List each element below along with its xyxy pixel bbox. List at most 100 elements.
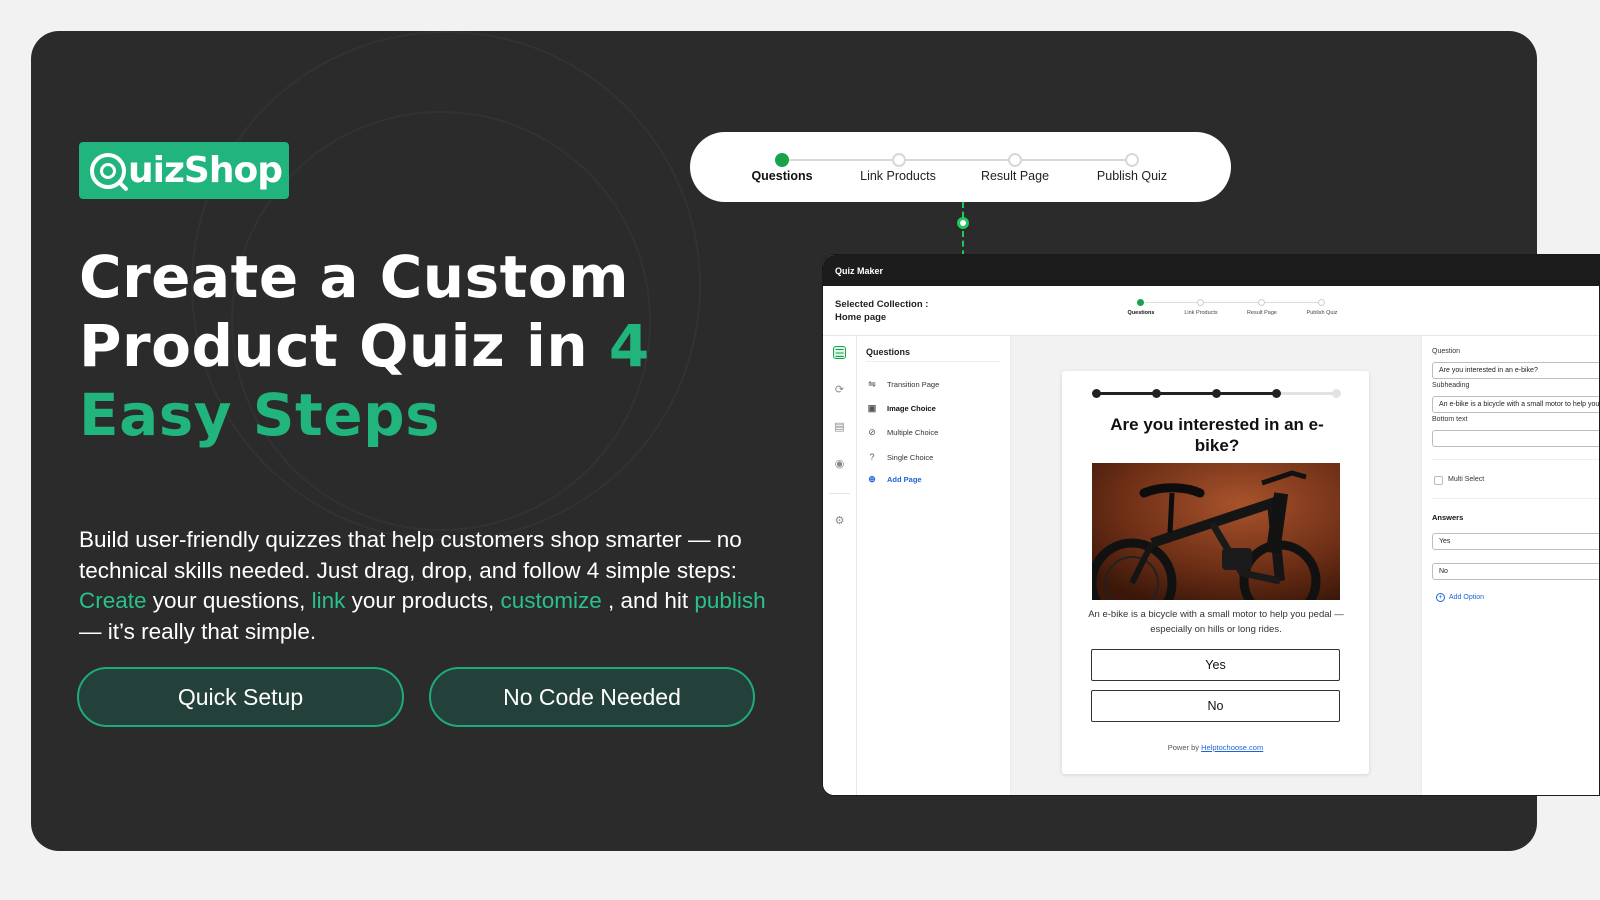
- app-header: Selected Collection : Home page Question…: [823, 286, 1599, 336]
- question-circle-icon: ?: [869, 452, 875, 462]
- quiz-maker-window: Quiz Maker Selected Collection : Home pa…: [822, 254, 1600, 796]
- plus-circle-icon: +: [1436, 593, 1445, 602]
- panel-divider: [866, 361, 1000, 362]
- quiz-progress-fill: [1096, 392, 1276, 395]
- subheading-input[interactable]: An e-bike is a bicycle with a small moto…: [1432, 396, 1599, 413]
- mini-step-link-products[interactable]: Link Products: [1171, 310, 1231, 316]
- mini-step-questions[interactable]: Questions: [1111, 310, 1171, 316]
- question-input[interactable]: Are you interested in an e-bike?: [1432, 362, 1599, 379]
- bottom-text-input[interactable]: [1432, 430, 1599, 447]
- collection-value: Home page: [835, 312, 887, 323]
- quiz-question: Are you interested in an e-bike?: [1110, 415, 1324, 455]
- preview-canvas: Are you interested in an e-bike? An e-bi…: [1011, 336, 1421, 795]
- progress-dot: [1152, 389, 1161, 398]
- answer-option-input[interactable]: No: [1432, 563, 1599, 580]
- desc-customize: customize: [500, 588, 602, 613]
- quiz-preview-card: Are you interested in an e-bike? An e-bi…: [1062, 371, 1369, 774]
- desc-create: Create: [79, 588, 147, 613]
- question-field-label: Question: [1432, 348, 1461, 355]
- answer-yes-button[interactable]: Yes: [1091, 649, 1340, 681]
- question-type-multiple-choice[interactable]: ⊘ Multiple Choice: [867, 427, 938, 437]
- question-type-transition[interactable]: ⇋ Transition Page: [867, 379, 939, 389]
- page-title: Create a Custom Product Quiz in 4 Easy S…: [79, 243, 719, 450]
- question-type-image-choice[interactable]: ▣ Image Choice: [867, 403, 936, 413]
- desc-text: — it’s really that simple.: [79, 618, 317, 644]
- description: Build user-friendly quizzes that help cu…: [79, 525, 769, 647]
- mini-step-publish-quiz[interactable]: Publish Quiz: [1292, 310, 1352, 316]
- powered-by: Power by Helptochoose.com: [1062, 743, 1369, 752]
- connector-node: [957, 217, 969, 229]
- step-dot-link-products[interactable]: [892, 153, 906, 167]
- question-type-label: Single Choice: [887, 452, 934, 462]
- quick-setup-button[interactable]: Quick Setup: [77, 667, 404, 727]
- add-option-button[interactable]: + Add Option: [1436, 593, 1484, 602]
- magnifier-q-icon: [90, 152, 126, 189]
- quiz-progress-bar: [1092, 389, 1341, 398]
- question-type-label: Transition Page: [887, 379, 940, 389]
- mini-step-dot-result-page[interactable]: [1258, 299, 1265, 306]
- title-line-1: Create a Custom: [79, 243, 630, 311]
- step-label-result-page[interactable]: Result Page: [955, 169, 1075, 183]
- link-rail-icon[interactable]: ⟳: [833, 383, 846, 396]
- questions-panel: Questions ⇋ Transition Page ▣ Image Choi…: [857, 336, 1011, 795]
- progress-dot: [1212, 389, 1221, 398]
- step-label-publish-quiz[interactable]: Publish Quiz: [1072, 169, 1192, 183]
- step-dot-questions[interactable]: [775, 153, 789, 167]
- rail-divider: [829, 493, 850, 494]
- question-type-label: Image Choice: [887, 403, 936, 413]
- title-line-2: Product Quiz in: [79, 312, 609, 380]
- step-dot-result-page[interactable]: [1008, 153, 1022, 167]
- stepper-track: [782, 159, 1132, 161]
- desc-text: your questions,: [146, 588, 312, 613]
- title-line-3: Easy Steps: [79, 381, 441, 449]
- check-circle-icon: ⊘: [868, 427, 876, 437]
- selected-collection: Selected Collection : Home page: [835, 298, 928, 324]
- mini-step-dot-link-products[interactable]: [1197, 299, 1204, 306]
- plus-circle-icon: ⊕: [868, 474, 876, 484]
- question-type-label: Multiple Choice: [887, 427, 939, 437]
- broadcast-rail-icon[interactable]: ◉: [833, 457, 846, 470]
- bottom-text-field-label: Bottom text: [1432, 416, 1468, 423]
- answer-no-button[interactable]: No: [1091, 690, 1340, 722]
- properties-divider: [1432, 498, 1599, 499]
- questions-panel-title: Questions: [866, 347, 911, 357]
- desc-publish: publish: [694, 588, 766, 613]
- desc-text: , and hit: [601, 588, 695, 613]
- step-dot-publish-quiz[interactable]: [1125, 153, 1139, 167]
- quiz-subheading: An e-bike is a bicycle with a small moto…: [1088, 609, 1344, 635]
- multi-select-label: Multi Select: [1448, 476, 1485, 483]
- no-code-needed-button[interactable]: No Code Needed: [429, 667, 755, 727]
- transition-icon: ⇋: [868, 379, 876, 389]
- properties-panel: Question Are you interested in an e-bike…: [1421, 336, 1599, 795]
- logo-text: uizShop: [128, 150, 283, 191]
- add-option-label: Add Option: [1449, 594, 1485, 601]
- settings-rail-icon[interactable]: ⚙: [833, 514, 846, 527]
- collection-label: Selected Collection :: [835, 299, 929, 310]
- mini-step-result-page[interactable]: Result Page: [1232, 310, 1292, 316]
- left-rail: ☰ ⟳ ▤ ◉ ⚙: [823, 336, 857, 795]
- question-type-single-choice[interactable]: ? Single Choice: [867, 452, 933, 462]
- multi-select-checkbox[interactable]: [1434, 476, 1443, 485]
- properties-divider: [1432, 459, 1599, 460]
- app-title: Quiz Maker: [823, 255, 1599, 286]
- helptochoose-link[interactable]: Helptochoose.com: [1201, 743, 1263, 752]
- mini-step-dot-questions[interactable]: [1137, 299, 1144, 306]
- answer-option-input[interactable]: Yes: [1432, 533, 1599, 550]
- mini-step-dot-publish-quiz[interactable]: [1318, 299, 1325, 306]
- answers-label: Answers: [1432, 513, 1464, 522]
- quiz-stepper: Questions Link Products Result Page Publ…: [690, 132, 1231, 202]
- add-page-button[interactable]: ⊕ Add Page: [867, 474, 921, 484]
- progress-dot: [1092, 389, 1101, 398]
- quizshop-logo: uizShop: [79, 142, 289, 199]
- desc-text: Build user-friendly quizzes that help cu…: [79, 527, 742, 583]
- title-accent-number: 4: [608, 312, 650, 380]
- ebike-image: [1092, 463, 1340, 600]
- document-rail-icon[interactable]: ▤: [833, 420, 846, 433]
- desc-link: link: [311, 588, 346, 613]
- step-label-questions[interactable]: Questions: [722, 169, 842, 183]
- image-icon: ▣: [867, 403, 877, 413]
- desc-text: your products,: [345, 588, 501, 613]
- step-label-link-products[interactable]: Link Products: [838, 169, 958, 183]
- questions-rail-icon[interactable]: ☰: [833, 346, 846, 360]
- powered-by-prefix: Power by: [1167, 743, 1202, 752]
